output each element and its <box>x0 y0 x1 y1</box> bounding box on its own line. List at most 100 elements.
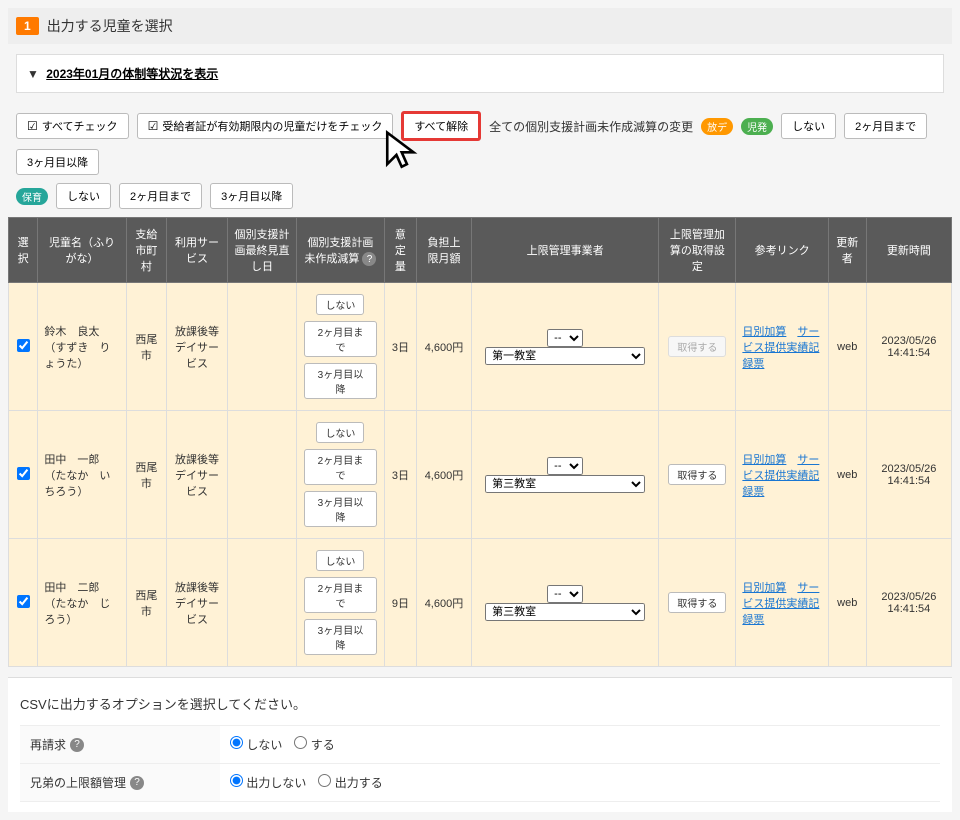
check-all-button[interactable]: ☑ すべてチェック <box>16 113 129 139</box>
check-all-label: すべてチェック <box>42 118 118 134</box>
global-none-button[interactable]: しない <box>781 113 836 139</box>
th-name: 児童名（ふりがな） <box>38 218 126 283</box>
th-last-review: 個別支援計画最終見直し日 <box>227 218 296 283</box>
cell-name: 田中 二郎（たなか じろう） <box>38 539 126 667</box>
pill-development: 児発 <box>741 118 773 135</box>
th-links: 参考リンク <box>736 218 828 283</box>
th-cap-setting: 上限管理加算の取得設定 <box>659 218 736 283</box>
cell-last-review <box>227 411 296 539</box>
check-valid-label: 受給者証が有効期限内の児童だけをチェック <box>162 118 382 134</box>
section-header: 1 出力する児童を選択 <box>8 8 952 44</box>
help-icon[interactable]: ? <box>130 776 144 790</box>
cell-updater: web <box>828 283 866 411</box>
manager-select[interactable]: 第三教室 <box>485 475 645 493</box>
cap-get-button: 取得する <box>668 336 726 357</box>
manager-select[interactable]: 第三教室 <box>485 603 645 621</box>
th-select: 選択 <box>9 218 38 283</box>
cell-city: 西尾市 <box>126 539 166 667</box>
cell-city: 西尾市 <box>126 283 166 411</box>
th-plan-reduction: 個別支援計画未作成減算 ? <box>297 218 385 283</box>
status-card: ▼ 2023年01月の体制等状況を表示 <box>16 54 944 93</box>
manager-prefix-select[interactable]: -- <box>547 585 583 603</box>
table-row: 田中 二郎（たなか じろう）西尾市放課後等デイサービス しない 2ヶ月目まで 3ヶ月目… <box>9 539 952 667</box>
cell-cap: 4,600円 <box>417 411 472 539</box>
cell-updater: web <box>828 411 866 539</box>
row-checkbox[interactable] <box>17 339 30 352</box>
csv-heading: CSVに出力するオプションを選択してください。 <box>20 688 940 726</box>
cell-updated-at: 2023/05/26 14:41:54 <box>866 411 951 539</box>
sibling-no[interactable]: 出力しない <box>230 774 306 791</box>
cell-last-review <box>227 283 296 411</box>
table-row: 鈴木 良太（すずき りょうた）西尾市放課後等デイサービス しない 2ヶ月目まで 3ヶ月… <box>9 283 952 411</box>
option-row-sibling: 兄弟の上限額管理 ? 出力しない 出力する <box>20 764 940 802</box>
help-icon[interactable]: ? <box>70 738 84 752</box>
reclaim-no[interactable]: しない <box>230 736 282 753</box>
toolbar: ☑ すべてチェック ☑ 受給者証が有効期限内の児童だけをチェック すべて解除 全… <box>8 103 952 183</box>
pill-afterschool: 放デ <box>701 118 733 135</box>
global-until2-button[interactable]: 2ヶ月目まで <box>844 113 927 139</box>
reclaim-yes[interactable]: する <box>294 736 334 753</box>
toolbar-row2: 保育 しない 2ヶ月目まで 3ヶ月目以降 <box>8 183 952 217</box>
plan-after3-button[interactable]: 3ヶ月目以降 <box>304 491 377 527</box>
option-row-reclaim: 再請求 ? しない する <box>20 726 940 764</box>
cell-service: 放課後等デイサービス <box>167 283 228 411</box>
plan-none-button[interactable]: しない <box>316 422 364 443</box>
plan-until2-button[interactable]: 2ヶ月目まで <box>304 577 377 613</box>
help-icon[interactable]: ? <box>362 252 376 266</box>
check-valid-button[interactable]: ☑ 受給者証が有効期限内の児童だけをチェック <box>137 113 394 139</box>
th-amount: 意定量 <box>384 218 416 283</box>
reclaim-label: 再請求 <box>30 736 66 753</box>
cell-name: 鈴木 良太（すずき りょうた） <box>38 283 126 411</box>
cap-get-button[interactable]: 取得する <box>668 464 726 485</box>
daily-link[interactable]: 日別加算 <box>742 454 786 466</box>
plan-after3-button[interactable]: 3ヶ月目以降 <box>304 363 377 399</box>
step-badge: 1 <box>16 17 39 35</box>
daily-link[interactable]: 日別加算 <box>742 326 786 338</box>
global-after3-button[interactable]: 3ヶ月目以降 <box>16 149 99 175</box>
cell-amount: 3日 <box>384 411 416 539</box>
sibling-label: 兄弟の上限額管理 <box>30 774 126 791</box>
table-row: 田中 一郎（たなか いちろう）西尾市放課後等デイサービス しない 2ヶ月目まで 3ヶ月… <box>9 411 952 539</box>
chevron-down-icon[interactable]: ▼ <box>27 67 39 81</box>
cell-city: 西尾市 <box>126 411 166 539</box>
cell-service: 放課後等デイサービス <box>167 539 228 667</box>
plan-none-button[interactable]: しない <box>316 550 364 571</box>
cell-cap: 4,600円 <box>417 539 472 667</box>
cap-get-button[interactable]: 取得する <box>668 592 726 613</box>
cell-name: 田中 一郎（たなか いちろう） <box>38 411 126 539</box>
row-checkbox[interactable] <box>17 467 30 480</box>
plan-none-button[interactable]: しない <box>316 294 364 315</box>
manager-prefix-select[interactable]: -- <box>547 329 583 347</box>
cell-cap: 4,600円 <box>417 283 472 411</box>
checkbox-icon: ☑ <box>27 119 38 133</box>
row-checkbox[interactable] <box>17 595 30 608</box>
global-plan-label: 全ての個別支援計画未作成減算の変更 <box>489 118 693 135</box>
cell-updated-at: 2023/05/26 14:41:54 <box>866 283 951 411</box>
cell-updated-at: 2023/05/26 14:41:54 <box>866 539 951 667</box>
th-manager: 上限管理事業者 <box>471 218 659 283</box>
manager-prefix-select[interactable]: -- <box>547 457 583 475</box>
uncheck-all-button[interactable]: すべて解除 <box>401 111 481 141</box>
cell-amount: 9日 <box>384 539 416 667</box>
nursery-until2-button[interactable]: 2ヶ月目まで <box>119 183 202 209</box>
csv-options-section: CSVに出力するオプションを選択してください。 再請求 ? しない する 兄弟の… <box>8 677 952 812</box>
pill-nursery: 保育 <box>16 188 48 205</box>
plan-until2-button[interactable]: 2ヶ月目まで <box>304 449 377 485</box>
nursery-none-button[interactable]: しない <box>56 183 111 209</box>
plan-until2-button[interactable]: 2ヶ月目まで <box>304 321 377 357</box>
status-link[interactable]: 2023年01月の体制等状況を表示 <box>46 67 218 81</box>
children-table: 選択 児童名（ふりがな） 支給市町村 利用サービス 個別支援計画最終見直し日 個… <box>8 217 952 667</box>
th-updater: 更新者 <box>828 218 866 283</box>
section-title: 出力する児童を選択 <box>47 16 173 36</box>
th-cap: 負担上限月額 <box>417 218 472 283</box>
manager-select[interactable]: 第一教室 <box>485 347 645 365</box>
nursery-after3-button[interactable]: 3ヶ月目以降 <box>210 183 293 209</box>
cell-updater: web <box>828 539 866 667</box>
cell-service: 放課後等デイサービス <box>167 411 228 539</box>
sibling-yes[interactable]: 出力する <box>318 774 382 791</box>
daily-link[interactable]: 日別加算 <box>742 582 786 594</box>
th-city: 支給市町村 <box>126 218 166 283</box>
plan-after3-button[interactable]: 3ヶ月目以降 <box>304 619 377 655</box>
cell-last-review <box>227 539 296 667</box>
th-updated-at: 更新時間 <box>866 218 951 283</box>
